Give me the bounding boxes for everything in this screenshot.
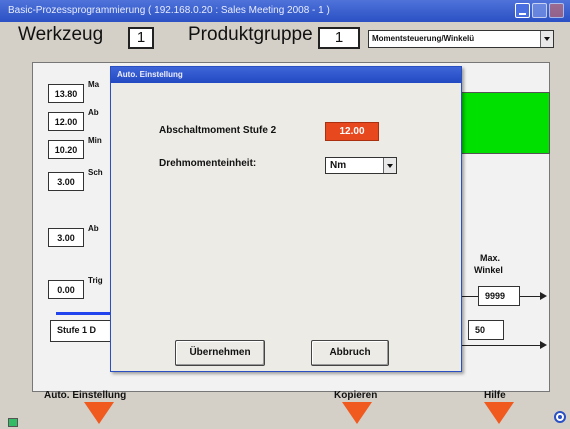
max-angle-input[interactable]: 9999 xyxy=(478,286,520,306)
help-arrow-icon[interactable] xyxy=(484,402,514,424)
max-angle-label-1: Max. xyxy=(480,253,501,263)
value-abschalt[interactable]: 12.00 xyxy=(48,112,84,131)
value-max-moment[interactable]: 13.80 xyxy=(48,84,84,103)
network-status-icon xyxy=(8,418,18,427)
angle-line xyxy=(462,345,542,346)
minimize-button[interactable] xyxy=(515,3,530,18)
arrow-right-icon xyxy=(540,341,547,349)
cancel-button[interactable]: Abbruch xyxy=(311,340,389,366)
value-abschalt-2[interactable]: 3.00 xyxy=(48,228,84,247)
copy-label: Kopieren xyxy=(334,390,378,401)
auto-setting-arrow-icon[interactable] xyxy=(84,402,114,424)
arrow-right-icon xyxy=(540,292,547,300)
copy-arrow-icon[interactable] xyxy=(342,402,372,424)
label-schwelle: Sch xyxy=(88,168,103,177)
label-max-moment: Ma xyxy=(88,80,100,89)
max-angle-label-2: Winkel xyxy=(474,265,503,275)
settings-gear-icon[interactable] xyxy=(553,410,567,424)
cutoff-moment-input[interactable]: 12.00 xyxy=(325,122,379,141)
torque-unit-label: Drehmomenteinheit: xyxy=(159,158,257,169)
maximize-button[interactable] xyxy=(532,3,547,18)
value-trigger[interactable]: 0.00 xyxy=(48,280,84,299)
dialog-title-bar: Auto. Einstellung xyxy=(111,67,461,83)
label-trigger: Trig xyxy=(88,276,103,285)
apply-button[interactable]: Übernehmen xyxy=(175,340,265,366)
produktgruppe-label: Produktgruppe xyxy=(188,24,313,45)
produktgruppe-input[interactable]: 1 xyxy=(318,27,360,49)
value-schwelle[interactable]: 3.00 xyxy=(48,172,84,191)
mode-select[interactable]: Momentsteuerung/Winkelü xyxy=(368,30,554,48)
window-title: Basic-Prozessprogrammierung ( 192.168.0.… xyxy=(8,5,330,16)
label-abschalt-2: Ab xyxy=(88,224,99,233)
auto-setting-dialog: Auto. Einstellung Abschaltmoment Stufe 2… xyxy=(110,66,462,372)
auto-setting-label: Auto. Einstellung xyxy=(44,390,127,401)
torque-unit-select[interactable]: Nm xyxy=(325,157,397,174)
help-label: Hilfe xyxy=(484,390,506,401)
main-window: Basic-Prozessprogrammierung ( 192.168.0.… xyxy=(0,0,570,429)
dialog-title: Auto. Einstellung xyxy=(117,70,183,79)
label-min-moment: Min xyxy=(88,136,102,145)
value-min-moment[interactable]: 10.20 xyxy=(48,140,84,159)
stage-label-box: Stufe 1 D xyxy=(50,320,114,342)
close-button[interactable] xyxy=(549,3,564,18)
chevron-down-icon xyxy=(540,31,553,47)
stage-indicator-bar xyxy=(56,312,112,315)
chevron-down-icon xyxy=(383,158,396,173)
werkzeug-input[interactable]: 1 xyxy=(128,27,154,49)
label-abschalt: Ab xyxy=(88,108,99,117)
angle-input[interactable]: 50 xyxy=(468,320,504,340)
title-bar: Basic-Prozessprogrammierung ( 192.168.0.… xyxy=(0,0,570,22)
werkzeug-label: Werkzeug xyxy=(18,24,104,45)
torque-unit-value: Nm xyxy=(330,160,347,171)
status-green-block xyxy=(458,92,550,154)
cutoff-moment-label: Abschaltmoment Stufe 2 xyxy=(159,125,277,136)
mode-select-value: Momentsteuerung/Winkelü xyxy=(372,34,475,43)
